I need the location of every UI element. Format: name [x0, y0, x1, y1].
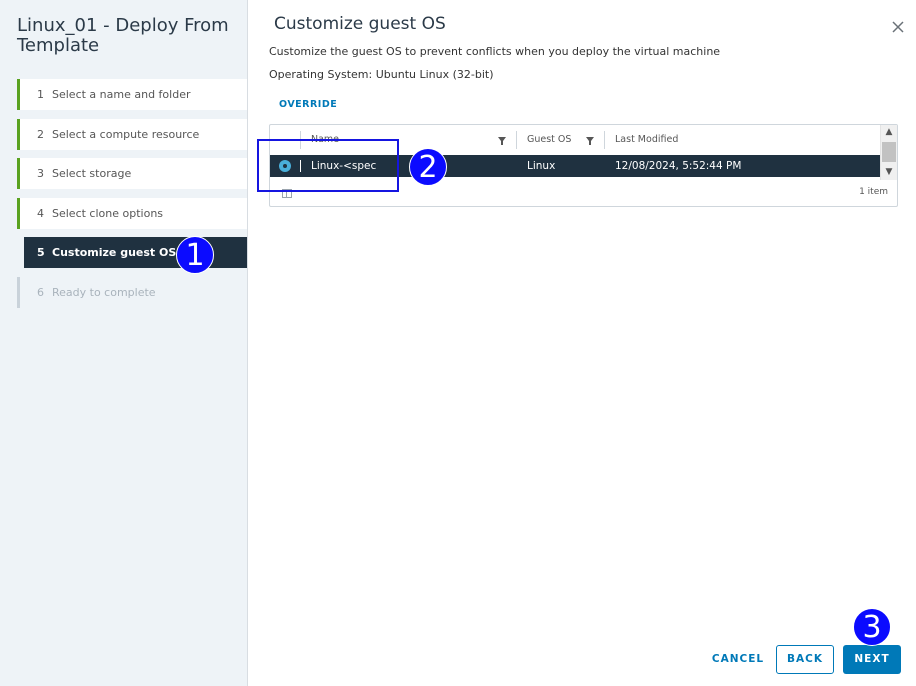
step-number: 1: [37, 88, 44, 101]
step-select-clone-options[interactable]: 4 Select clone options: [17, 197, 247, 229]
step-number: 4: [37, 206, 44, 220]
step-select-storage[interactable]: 3 Select storage: [17, 158, 247, 189]
deploy-wizard-dialog: Linux_01 - Deploy From Template 1 Select …: [0, 0, 916, 686]
step-label: Select storage: [52, 167, 132, 180]
column-divider: [604, 131, 605, 149]
scroll-thumb[interactable]: [882, 142, 896, 162]
step-number: 2: [37, 127, 44, 141]
wizard-steps: 1 Select a name and folder 2 Select a comp…: [17, 79, 247, 316]
column-header-last-modified[interactable]: Last Modified: [615, 125, 678, 154]
column-header-guest-os[interactable]: Guest OS: [527, 125, 571, 154]
wizard-sidebar: Linux_01 - Deploy From Template 1 Select …: [0, 0, 248, 686]
step-select-name-folder[interactable]: 1 Select a name and folder: [17, 79, 247, 110]
step-label: Customize guest OS: [52, 246, 177, 259]
step-ready-to-complete: 6 Ready to complete: [17, 276, 247, 308]
step-number: 3: [37, 167, 44, 180]
override-button[interactable]: OVERRIDE: [279, 99, 337, 110]
step-label: Select a compute resource: [52, 127, 200, 141]
wizard-main-panel: Customize guest OS Customize the guest O…: [249, 0, 916, 686]
operating-system-label: Operating System: Ubuntu Linux (32-bit): [269, 68, 494, 81]
grid-item-count: 1 item: [859, 187, 888, 197]
close-icon[interactable]: [889, 18, 907, 36]
scroll-down-icon[interactable]: ▼: [884, 167, 894, 177]
page-title: Customize guest OS: [274, 14, 446, 34]
back-button[interactable]: BACK: [776, 645, 834, 674]
scroll-up-icon[interactable]: ▲: [884, 127, 894, 137]
annotation-highlight-box: [257, 139, 399, 192]
step-number: 5: [37, 246, 45, 259]
wizard-title: Linux_01 - Deploy From Template: [17, 15, 229, 56]
step-label: Select clone options: [52, 206, 164, 220]
filter-icon[interactable]: [586, 137, 594, 145]
cell-guest-os: Linux: [527, 160, 556, 172]
step-number: 6: [37, 285, 44, 299]
step-label: Select a name and folder: [52, 88, 191, 101]
annotation-badge-3: 3: [853, 608, 891, 646]
next-button[interactable]: NEXT: [843, 645, 901, 674]
grid-scrollbar[interactable]: ▲ ▼: [880, 125, 897, 180]
step-label: Ready to complete: [52, 285, 156, 299]
step-select-compute-resource[interactable]: 2 Select a compute resource: [17, 118, 247, 150]
page-description: Customize the guest OS to prevent confli…: [269, 45, 721, 58]
column-divider: [516, 131, 517, 149]
annotation-badge-1: 1: [176, 236, 214, 274]
annotation-badge-2: 2: [409, 148, 447, 186]
filter-icon[interactable]: [498, 137, 506, 145]
cancel-button[interactable]: CANCEL: [703, 645, 773, 674]
cell-last-modified: 12/08/2024, 5:52:44 PM: [615, 160, 742, 172]
